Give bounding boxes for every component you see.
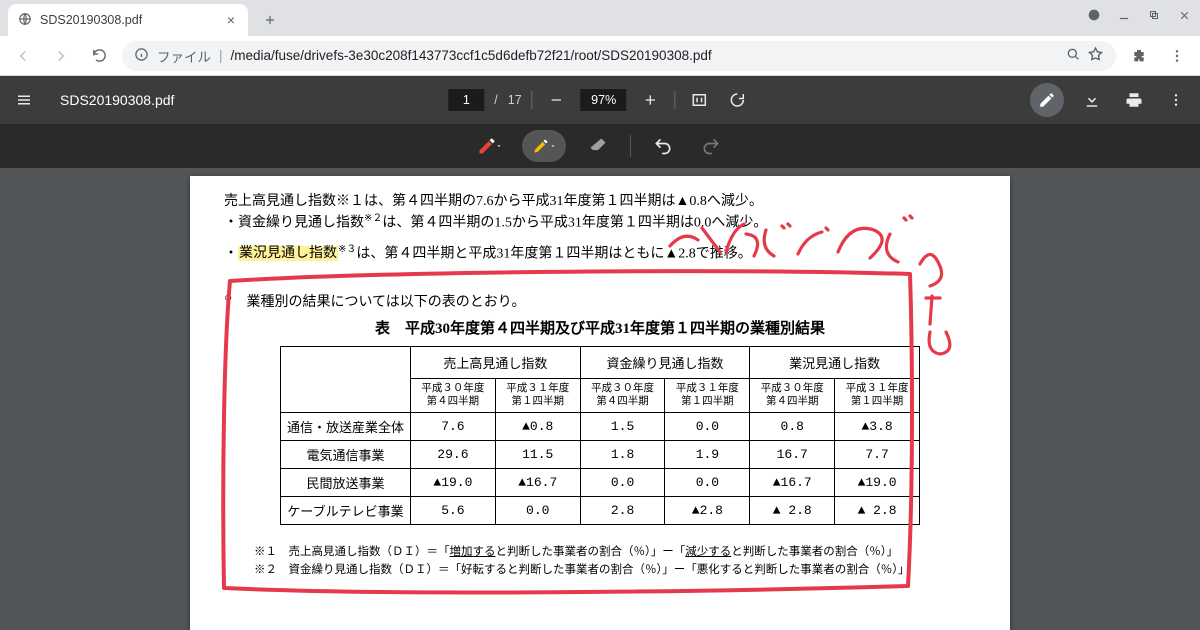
new-tab-button[interactable] <box>256 6 284 34</box>
minimize-icon[interactable] <box>1110 4 1138 26</box>
tab-title: SDS20190308.pdf <box>40 13 142 27</box>
highlighted-text: 業況見通し指数 <box>238 246 338 261</box>
col-group-1: 売上高見通し指数 <box>411 347 581 379</box>
close-tab-icon[interactable]: × <box>224 13 238 27</box>
redo-button[interactable] <box>695 130 727 162</box>
results-table: 売上高見通し指数 資金繰り見通し指数 業況見通し指数 平成３０年度第４四半期 平… <box>280 346 920 524</box>
table-row: ケーブルテレビ事業 5.60.0 2.8▲2.8 ▲ 2.8▲ 2.8 <box>281 496 920 524</box>
table-row: 通信・放送産業全体 7.6▲0.8 1.50.0 0.8▲3.8 <box>281 412 920 440</box>
col-group-3: 業況見通し指数 <box>750 347 920 379</box>
page-current-input[interactable]: 1 <box>448 89 484 111</box>
menu-icon[interactable] <box>1162 41 1192 71</box>
bullet-line-3: ・業況見通し指数※３は、第４四半期と平成31年度第１四半期はともに▲2.8で推移… <box>224 237 976 268</box>
col-group-2: 資金繰り見通し指数 <box>580 347 750 379</box>
fit-page-icon[interactable] <box>686 86 714 114</box>
print-icon[interactable] <box>1120 86 1148 114</box>
zoom-in-button[interactable] <box>637 86 665 114</box>
table-row: 電気通信事業 29.611.5 1.81.9 16.77.7 <box>281 440 920 468</box>
info-icon[interactable] <box>134 47 149 65</box>
more-icon[interactable] <box>1162 86 1190 114</box>
close-window-icon[interactable] <box>1170 4 1198 26</box>
hamburger-icon[interactable] <box>10 86 38 114</box>
browser-tabstrip: SDS20190308.pdf × <box>0 0 1200 36</box>
annotate-button[interactable] <box>1030 83 1064 117</box>
separator <box>532 91 533 109</box>
table-intro: ○ 業種別の結果については以下の表のとおり。 <box>224 291 976 311</box>
undo-button[interactable] <box>647 130 679 162</box>
eraser-tool[interactable] <box>582 130 614 162</box>
pen-red-tool[interactable] <box>474 130 506 162</box>
pdf-title: SDS20190308.pdf <box>60 92 174 108</box>
page-total: 17 <box>508 93 522 107</box>
footnotes: ※１ 売上高見通し指数（ＤＩ）＝「増加すると判断した事業者の割合（％）」ー「減少… <box>224 543 976 580</box>
back-button[interactable] <box>8 41 38 71</box>
maximize-icon[interactable] <box>1140 4 1168 26</box>
extensions-icon[interactable] <box>1124 41 1154 71</box>
zoom-out-button[interactable] <box>543 86 571 114</box>
pdf-toolbar: SDS20190308.pdf 1 / 17 97% <box>0 76 1200 124</box>
pdf-stage[interactable]: 売上高見通し指数※１は、第４四半期の7.6から平成31年度第１四半期は▲0.8へ… <box>0 168 1200 630</box>
table-row: 民間放送事業 ▲19.0▲16.7 0.00.0 ▲16.7▲19.0 <box>281 468 920 496</box>
reload-button[interactable] <box>84 41 114 71</box>
bullet-line-2: ・資金繰り見通し指数※２は、第４四半期の1.5から平成31年度第１四半期は0.0… <box>224 206 976 237</box>
table-caption: 表 平成30年度第４四半期及び平成31年度第１四半期の業種別結果 <box>224 317 976 338</box>
separator <box>675 91 676 109</box>
account-icon[interactable] <box>1080 4 1108 26</box>
download-icon[interactable] <box>1078 86 1106 114</box>
browser-tab[interactable]: SDS20190308.pdf × <box>8 4 248 36</box>
highlighter-yellow-tool[interactable] <box>522 130 566 162</box>
page-separator: / <box>494 93 497 107</box>
url-scheme: ファイル <box>157 46 211 66</box>
rotate-icon[interactable] <box>724 86 752 114</box>
annotation-toolbar <box>0 124 1200 168</box>
address-bar[interactable]: ファイル | /media/fuse/drivefs-3e30c208f1437… <box>122 41 1116 71</box>
pdf-page: 売上高見通し指数※１は、第４四半期の7.6から平成31年度第１四半期は▲0.8へ… <box>190 176 1010 630</box>
window-controls <box>1080 4 1198 26</box>
zoom-level[interactable]: 97% <box>581 89 627 111</box>
star-icon[interactable] <box>1087 46 1104 66</box>
clipped-line: 売上高見通し指数※１は、第４四半期の7.6から平成31年度第１四半期は▲0.8へ… <box>224 190 976 206</box>
forward-button[interactable] <box>46 41 76 71</box>
url-path: /media/fuse/drivefs-3e30c208f143773ccf1c… <box>231 48 712 63</box>
globe-icon <box>18 12 32 29</box>
separator <box>630 135 631 157</box>
search-icon[interactable] <box>1065 46 1081 65</box>
browser-toolbar: ファイル | /media/fuse/drivefs-3e30c208f1437… <box>0 36 1200 76</box>
